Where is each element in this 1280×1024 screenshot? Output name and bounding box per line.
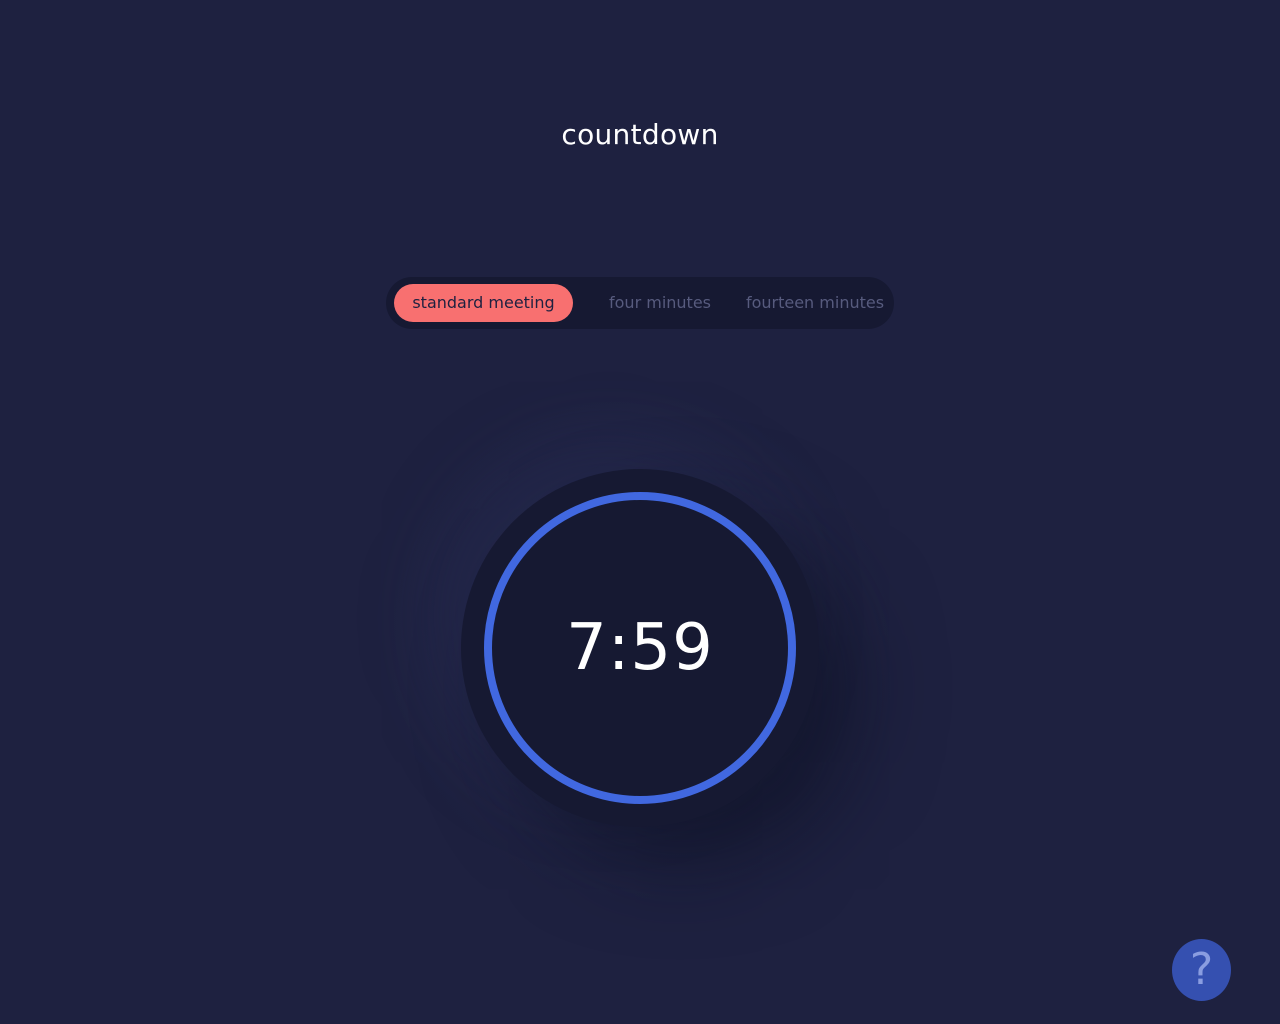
tab-four-minutes[interactable]: four minutes	[598, 284, 722, 322]
countdown-app: countdown standard meeting four minutes …	[0, 0, 1280, 1024]
time-display: 7:59	[566, 611, 714, 685]
question-icon: ?	[1189, 944, 1214, 995]
help-button[interactable]: ?	[1172, 939, 1231, 1001]
page-title: countdown	[561, 118, 719, 151]
tab-fourteen-minutes[interactable]: fourteen minutes	[740, 284, 890, 322]
mode-selector: standard meeting four minutes fourteen m…	[386, 277, 894, 329]
tab-standard-meeting[interactable]: standard meeting	[394, 284, 573, 322]
